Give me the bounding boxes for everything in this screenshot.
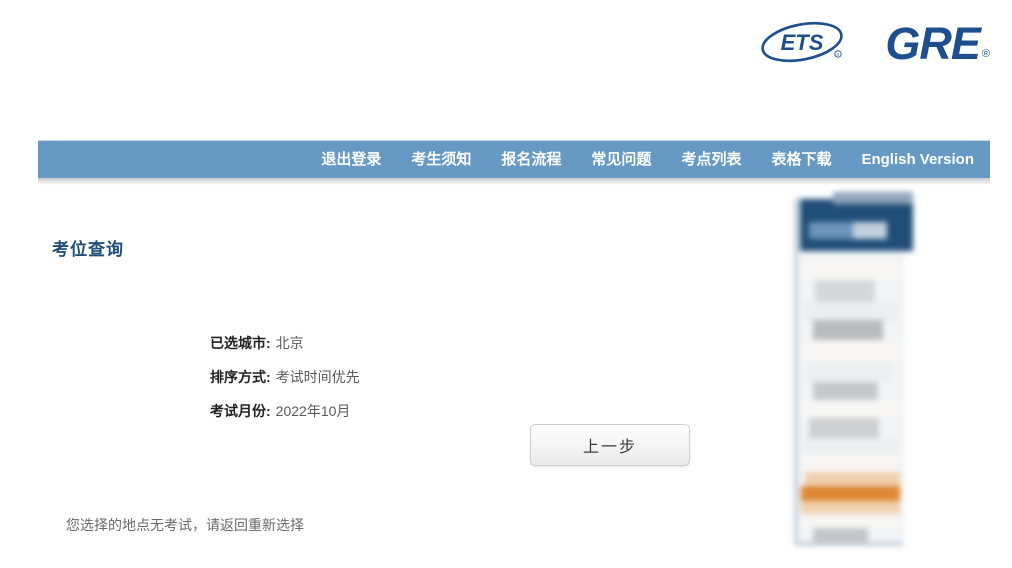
back-button[interactable]: 上一步 <box>530 424 690 466</box>
nav-english-version[interactable]: English Version <box>861 152 974 167</box>
summary-value-sort: 考试时间优先 <box>275 369 360 385</box>
gre-logo: GRE ® <box>885 21 990 66</box>
nav-faq[interactable]: 常见问题 <box>591 152 651 167</box>
selection-summary: 已选城市: 北京 排序方式: 考试时间优先 考试月份: 2022年10月 <box>210 326 360 428</box>
side-panel-header-chip-left <box>809 222 853 239</box>
summary-label-sort: 排序方式: <box>210 369 271 385</box>
summary-label-city: 已选城市: <box>210 335 271 351</box>
main-navigation: 退出登录 考生须知 报名流程 常见问题 考点列表 表格下载 English Ve… <box>38 140 990 178</box>
nav-form-download[interactable]: 表格下载 <box>771 152 831 167</box>
side-panel-row <box>803 514 898 528</box>
nav-logout[interactable]: 退出登录 <box>321 152 381 167</box>
ets-logo-icon: ETS R <box>759 20 847 66</box>
page-title: 考位查询 <box>52 240 124 259</box>
summary-value-month: 2022年10月 <box>275 403 351 419</box>
side-panel-row <box>803 258 898 280</box>
nav-test-taker-notice[interactable]: 考生须知 <box>411 152 471 167</box>
side-panel-row <box>803 302 898 320</box>
svg-text:ETS: ETS <box>781 30 824 55</box>
side-panel-row <box>803 400 898 418</box>
side-panel-row <box>803 454 898 472</box>
nav-registration-process[interactable]: 报名流程 <box>501 152 561 167</box>
side-panel-highlight-top <box>805 472 900 486</box>
side-panel-row <box>807 362 892 382</box>
summary-row-city: 已选城市: 北京 <box>210 326 360 360</box>
blurred-side-panel <box>783 192 913 547</box>
no-results-notice: 您选择的地点无考试，请返回重新选择 <box>66 517 304 533</box>
svg-text:R: R <box>837 52 840 57</box>
page-header: ETS R GRE ® <box>0 0 1012 120</box>
side-panel-header-cap <box>833 192 913 204</box>
side-panel-row <box>813 382 878 400</box>
side-panel-row <box>815 280 875 302</box>
gre-registered-mark-icon: ® <box>981 47 990 60</box>
side-panel-row <box>803 438 898 454</box>
side-panel-row <box>803 340 898 362</box>
side-panel-highlight-accent <box>801 486 900 501</box>
side-panel-row <box>813 320 883 340</box>
side-panel-row <box>809 418 879 438</box>
nav-test-center-list[interactable]: 考点列表 <box>681 152 741 167</box>
side-panel-highlight-bottom <box>801 501 900 514</box>
side-panel-header-chip-right <box>853 222 887 239</box>
side-panel-row <box>813 528 868 542</box>
summary-label-month: 考试月份: <box>210 403 271 419</box>
gre-logo-text: GRE <box>885 17 981 69</box>
navigation-shadow <box>38 178 990 185</box>
summary-value-city: 北京 <box>275 335 304 351</box>
summary-row-month: 考试月份: 2022年10月 <box>210 394 360 428</box>
summary-row-sort: 排序方式: 考试时间优先 <box>210 360 360 394</box>
logo-group: ETS R GRE ® <box>759 20 990 66</box>
